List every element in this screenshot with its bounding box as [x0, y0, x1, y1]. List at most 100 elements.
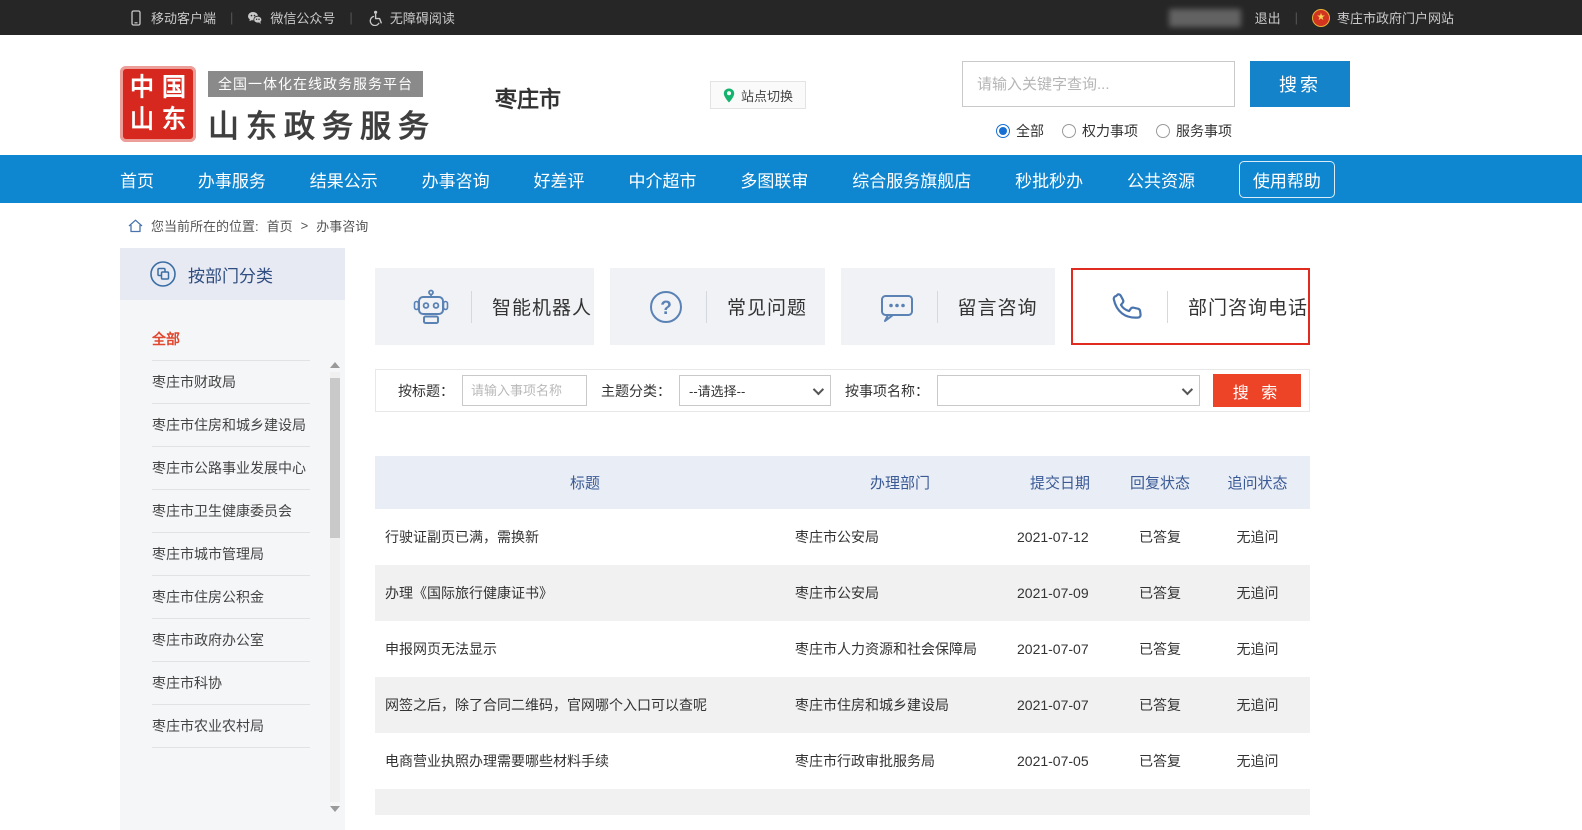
tab-label: 常见问题 — [727, 293, 807, 320]
row-date: 2021-07-07 — [1005, 621, 1115, 677]
scope-radio-all[interactable]: 全部 — [996, 121, 1044, 141]
location-pin-icon — [723, 88, 735, 103]
site-header: 中国 山东 全国一体化在线政务服务平台 山东政务服务 枣庄市 站点切换 搜索 — [0, 35, 1582, 155]
topbar-separator: | — [1295, 10, 1298, 25]
tab-smart-robot[interactable]: 智能机器人 — [375, 268, 594, 345]
tab-divider — [937, 291, 938, 323]
department-item[interactable]: 枣庄市城市管理局 — [152, 533, 310, 576]
portal-link[interactable]: ★ 枣庄市政府门户网站 — [1312, 8, 1454, 27]
row-date — [1005, 789, 1115, 815]
department-item[interactable]: 枣庄市科协 — [152, 662, 310, 705]
item-name-select[interactable] — [937, 375, 1200, 406]
nav-item[interactable]: 多图联审 — [740, 167, 808, 192]
col-header-department: 办理部门 — [795, 456, 1005, 509]
nav-item[interactable]: 使用帮助 — [1239, 161, 1335, 198]
col-header-followup-status: 追问状态 — [1205, 456, 1310, 509]
department-item[interactable]: 枣庄市政府办公室 — [152, 619, 310, 662]
department-sidebar: 按部门分类 全部枣庄市财政局枣庄市住房和城乡建设局枣庄市公路事业发展中心枣庄市卫… — [120, 248, 345, 830]
accessibility-link[interactable]: 无障碍阅读 — [367, 8, 455, 27]
scrollbar-thumb[interactable] — [330, 378, 340, 538]
nav-item[interactable]: 办事服务 — [198, 167, 266, 192]
row-reply-status: 已答复 — [1115, 621, 1205, 677]
breadcrumb-separator: > — [301, 218, 309, 233]
main-navbar: 首页 办事服务 结果公示 办事咨询 好差评 中介超市 多图联审 综合服务旗舰店 秒批秒办 公共资源… — [0, 155, 1582, 203]
tab-message-consult[interactable]: 留言咨询 — [841, 268, 1055, 345]
topic-select-value: --请选择-- — [689, 381, 745, 400]
mobile-client-link[interactable]: 移动客户端 — [128, 8, 216, 27]
scrollbar-track[interactable] — [330, 372, 340, 802]
radio-icon — [1062, 124, 1076, 138]
nav-item[interactable]: 结果公示 — [310, 167, 378, 192]
chevron-down-icon — [813, 383, 824, 394]
row-reply-status: 已答复 — [1115, 509, 1205, 565]
row-title-link[interactable] — [375, 789, 795, 815]
breadcrumb-home-link[interactable]: 首页 — [267, 216, 293, 235]
department-item[interactable]: 枣庄市住房和城乡建设局 — [152, 404, 310, 447]
row-followup-status: 无追问 — [1205, 733, 1310, 789]
nav-item[interactable]: 首页 — [120, 167, 154, 192]
table-header-row: 标题 办理部门 提交日期 回复状态 追问状态 — [375, 456, 1310, 509]
tab-faq[interactable]: ? 常见问题 — [610, 268, 824, 345]
department-item[interactable]: 枣庄市公路事业发展中心 — [152, 447, 310, 490]
department-item[interactable]: 枣庄市住房公积金 — [152, 576, 310, 619]
filter-bar: 按标题： 主题分类： --请选择-- 按事项名称： 搜 索 — [375, 369, 1310, 412]
nav-item[interactable]: 办事咨询 — [422, 167, 490, 192]
topbar-right: 退出 | ★ 枣庄市政府门户网站 — [1169, 8, 1454, 27]
site-switch-button[interactable]: 站点切换 — [710, 81, 806, 109]
row-department: 枣庄市公安局 — [795, 509, 1005, 565]
nav-menu: 首页 办事服务 结果公示 办事咨询 好差评 中介超市 多图联审 综合服务旗舰店 秒批秒办 公共资源… — [120, 155, 1335, 203]
row-followup-status: 无追问 — [1205, 509, 1310, 565]
scope-label: 服务事项 — [1176, 121, 1232, 141]
logout-label: 退出 — [1255, 8, 1281, 27]
row-title-link[interactable]: 行驶证副页已满，需换新 — [375, 509, 795, 565]
site-logo[interactable]: 中国 山东 全国一体化在线政务服务平台 山东政务服务 — [120, 66, 436, 146]
table-row: 办理《国际旅行健康证书》 枣庄市公安局 2021-07-09 已答复 无追问 — [375, 565, 1310, 621]
sidebar-scrollbar[interactable] — [329, 362, 341, 812]
tab-divider — [1167, 291, 1168, 323]
tab-label: 智能机器人 — [492, 293, 592, 320]
topic-select[interactable]: --请选择-- — [679, 375, 831, 406]
row-title-link[interactable]: 网签之后，除了合同二维码，官网哪个入口可以查呢 — [375, 677, 795, 733]
nav-item[interactable]: 综合服务旗舰店 — [852, 167, 971, 192]
nav-item[interactable]: 秒批秒办 — [1015, 167, 1083, 192]
topbar-separator: | — [230, 10, 233, 25]
scope-radio-power[interactable]: 权力事项 — [1062, 121, 1138, 141]
nav-item[interactable]: 好差评 — [534, 167, 585, 192]
keyword-search-input[interactable] — [962, 61, 1235, 107]
phone-icon — [1107, 287, 1147, 327]
department-items: 全部枣庄市财政局枣庄市住房和城乡建设局枣庄市公路事业发展中心枣庄市卫生健康委员会… — [120, 318, 345, 748]
tab-department-phone[interactable]: 部门咨询电话 — [1071, 268, 1310, 345]
scrollbar-up-arrow-icon[interactable] — [330, 362, 340, 368]
site-title: 山东政务服务 — [208, 101, 436, 146]
mobile-client-label: 移动客户端 — [151, 8, 216, 27]
department-item[interactable]: 枣庄市卫生健康委员会 — [152, 490, 310, 533]
nav-item[interactable]: 中介超市 — [628, 167, 696, 192]
filter-search-button[interactable]: 搜 索 — [1213, 374, 1301, 407]
row-title-link[interactable]: 电商营业执照办理需要哪些材料手续 — [375, 733, 795, 789]
main-content: 智能机器人 ? 常见问题 留言咨询 部门咨 — [375, 248, 1310, 830]
col-header-date: 提交日期 — [1005, 456, 1115, 509]
portal-label: 枣庄市政府门户网站 — [1337, 8, 1454, 27]
username-blurred — [1169, 9, 1241, 27]
breadcrumb: 您当前所在的位置: 首页 > 办事咨询 — [128, 203, 1582, 248]
sidebar-header: 按部门分类 — [120, 248, 345, 300]
row-title-link[interactable]: 申报网页无法显示 — [375, 621, 795, 677]
col-header-title: 标题 — [375, 456, 795, 509]
scope-radio-service[interactable]: 服务事项 — [1156, 121, 1232, 141]
row-title-link[interactable]: 办理《国际旅行健康证书》 — [375, 565, 795, 621]
tab-divider — [706, 291, 707, 323]
row-followup-status: 无追问 — [1205, 677, 1310, 733]
department-item[interactable]: 枣庄市财政局 — [152, 361, 310, 404]
header-search-button[interactable]: 搜索 — [1250, 61, 1350, 107]
scrollbar-down-arrow-icon[interactable] — [330, 806, 340, 812]
filter-title-input[interactable] — [462, 375, 587, 406]
department-item[interactable]: 枣庄市农业农村局 — [152, 705, 310, 748]
topbar: 移动客户端 | 微信公众号 | 无障碍阅读 退出 | ★ 枣庄市政府门户网站 — [0, 0, 1582, 35]
department-item[interactable]: 全部 — [152, 318, 310, 361]
logout-link[interactable]: 退出 — [1255, 8, 1281, 27]
nav-item[interactable]: 公共资源 — [1127, 167, 1195, 192]
table-row-partial — [375, 789, 1310, 815]
row-date: 2021-07-05 — [1005, 733, 1115, 789]
wechat-link[interactable]: 微信公众号 — [247, 8, 335, 27]
tab-label: 留言咨询 — [958, 293, 1038, 320]
